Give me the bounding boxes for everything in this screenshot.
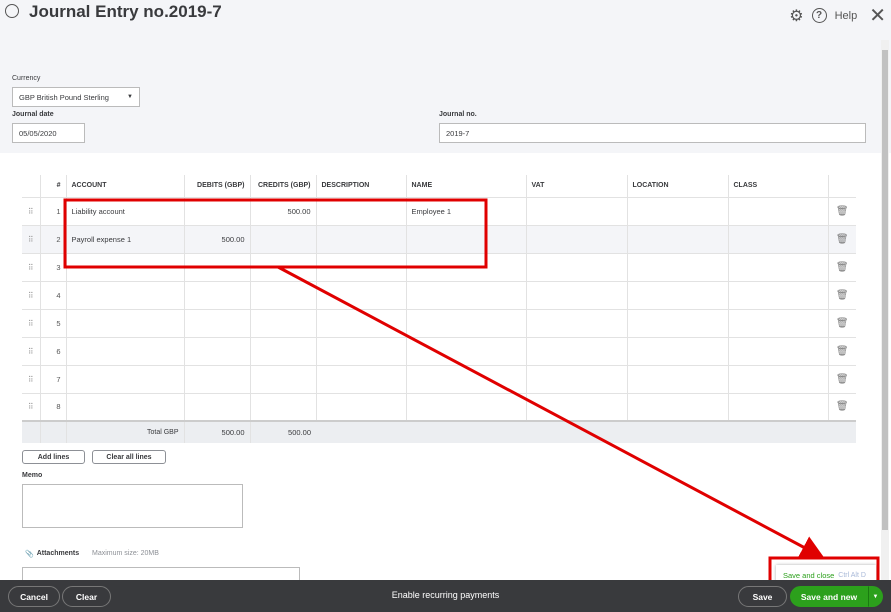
- annotation-arrow: [277, 265, 825, 559]
- save-button[interactable]: Save: [738, 586, 787, 607]
- annotation-overlay: [63, 198, 880, 590]
- footer-bar: Cancel Clear Enable recurring payments S…: [0, 580, 891, 612]
- highlight-box-rows: [63, 198, 488, 269]
- save-options-caret-icon[interactable]: ▼: [868, 586, 883, 607]
- save-and-new-button[interactable]: Save and new: [790, 586, 868, 607]
